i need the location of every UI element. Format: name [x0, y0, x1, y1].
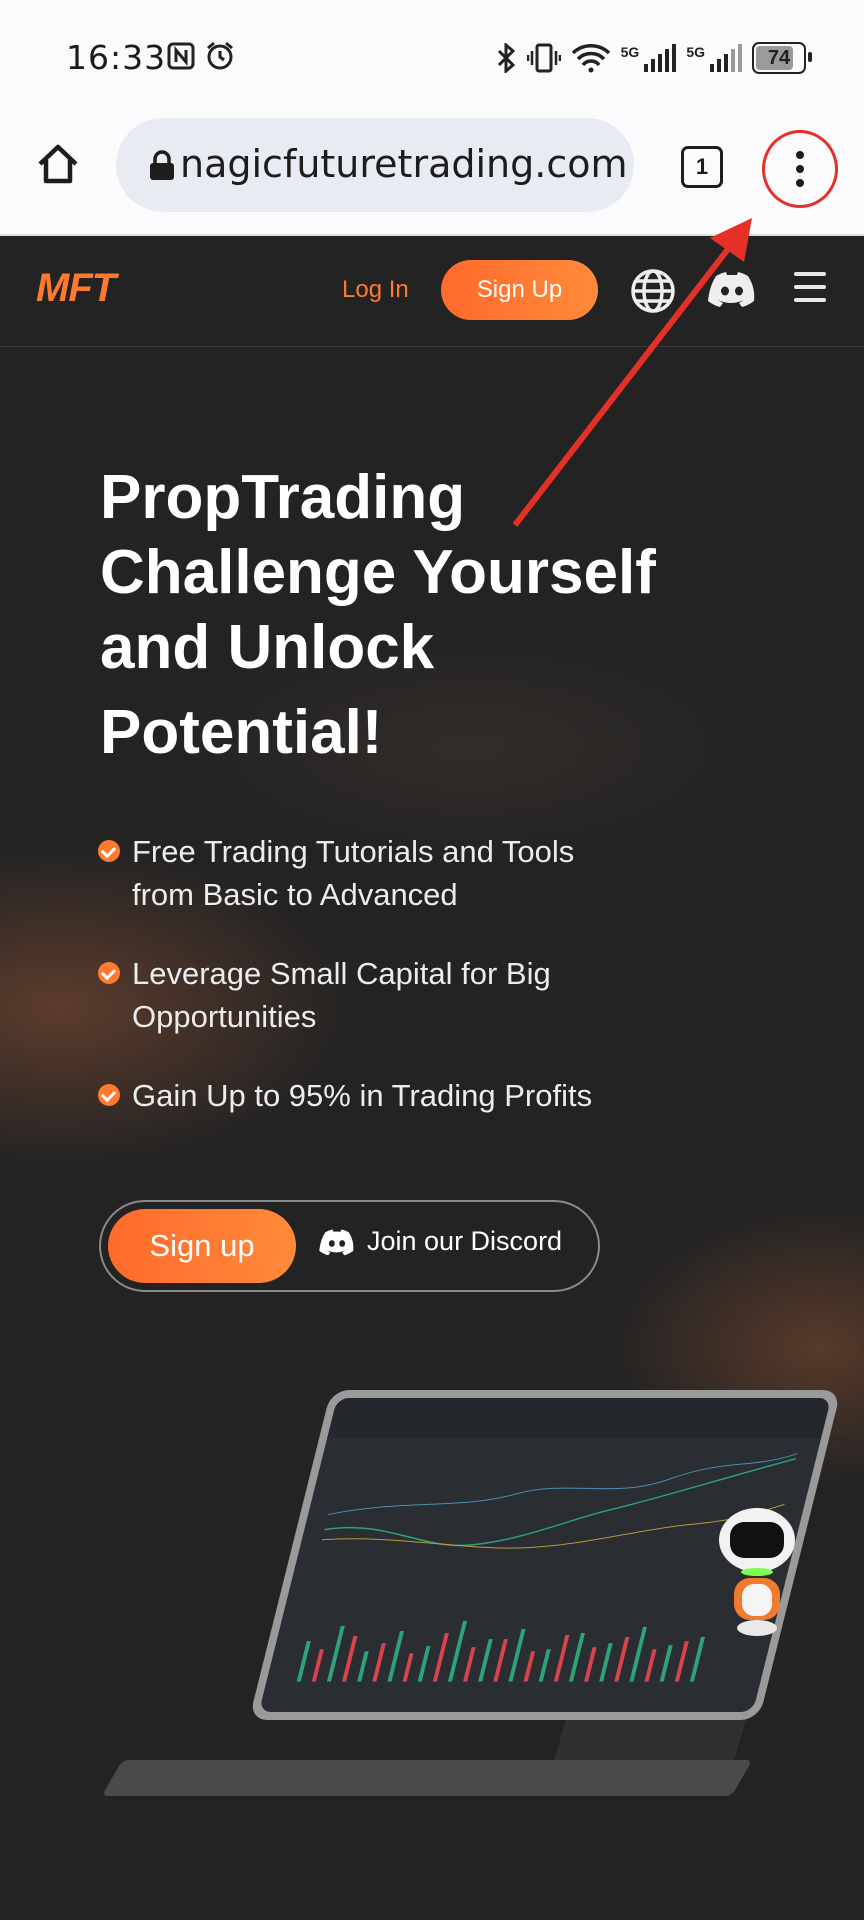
- headline-line: Potential!: [100, 698, 383, 767]
- bluetooth-icon: [497, 43, 515, 73]
- battery-icon: 74: [752, 42, 812, 74]
- check-icon: [98, 962, 120, 984]
- hamburger-menu-icon[interactable]: [794, 272, 826, 302]
- feature-item: Gain Up to 95% in Trading Profits: [98, 1074, 698, 1117]
- check-icon: [98, 840, 120, 862]
- feature-item: Leverage Small Capital for Big Opportunit…: [98, 952, 698, 1038]
- login-link[interactable]: Log In: [342, 276, 409, 304]
- signup-button[interactable]: Sign Up: [441, 260, 598, 320]
- feature-text: Free Trading Tutorials and Tools: [132, 834, 575, 869]
- lock-icon: [150, 150, 174, 180]
- cta-group: Sign up Join our Discord: [99, 1200, 600, 1292]
- vibrate-icon: [526, 43, 561, 73]
- status-left-icons: [166, 40, 236, 72]
- battery-level: 74: [767, 46, 791, 69]
- feature-text: Opportunities: [132, 999, 317, 1034]
- alarm-icon: [207, 41, 233, 70]
- nfc-icon: [167, 42, 195, 70]
- globe-icon[interactable]: [630, 268, 676, 314]
- tab-switcher-button[interactable]: 1: [681, 146, 723, 188]
- clock-time: 16:33: [66, 38, 167, 77]
- url-text: nagicfuturetrading.com: [180, 142, 628, 186]
- status-bar: 16:33 5G 5G 74: [0, 0, 864, 110]
- more-vert-icon[interactable]: [762, 130, 838, 208]
- signal-5g-icon: 5G: [686, 44, 742, 72]
- feature-list: Free Trading Tutorials and Tools from Bas…: [98, 830, 698, 1153]
- wifi-icon: [571, 44, 610, 73]
- keyboard-illustration: [101, 1760, 753, 1796]
- feature-text: from Basic to Advanced: [132, 877, 458, 912]
- network-type-2: 5G: [686, 44, 705, 60]
- join-discord-button[interactable]: Join our Discord: [319, 1226, 562, 1257]
- robot-mascot: [719, 1508, 795, 1636]
- network-type-1: 5G: [620, 44, 640, 60]
- site-logo[interactable]: MFT: [36, 266, 116, 311]
- home-icon[interactable]: [36, 142, 80, 186]
- headline-line: PropTrading: [100, 463, 466, 532]
- hero-headline: PropTrading Challenge Yourself and Unloc…: [100, 460, 720, 770]
- headline-line: Challenge Yourself: [100, 538, 656, 607]
- signal-5g-icon: 5G: [621, 44, 677, 72]
- status-right-icons: 5G 5G 74: [495, 42, 812, 74]
- headline-line: and Unlock: [100, 613, 435, 682]
- feature-item: Free Trading Tutorials and Tools from Bas…: [98, 830, 698, 916]
- check-icon: [98, 1084, 120, 1106]
- site-header: MFT Log In Sign Up: [0, 236, 864, 347]
- discord-icon[interactable]: [708, 270, 756, 308]
- feature-text: Leverage Small Capital for Big: [132, 956, 551, 991]
- browser-toolbar: nagicfuturetrading.com 1: [0, 110, 864, 236]
- feature-text: Gain Up to 95% in Trading Profits: [132, 1078, 593, 1113]
- address-bar[interactable]: nagicfuturetrading.com: [116, 118, 634, 212]
- cta-signup-button[interactable]: Sign up: [108, 1209, 296, 1283]
- discord-icon: [319, 1228, 354, 1255]
- join-discord-label: Join our Discord: [367, 1226, 563, 1256]
